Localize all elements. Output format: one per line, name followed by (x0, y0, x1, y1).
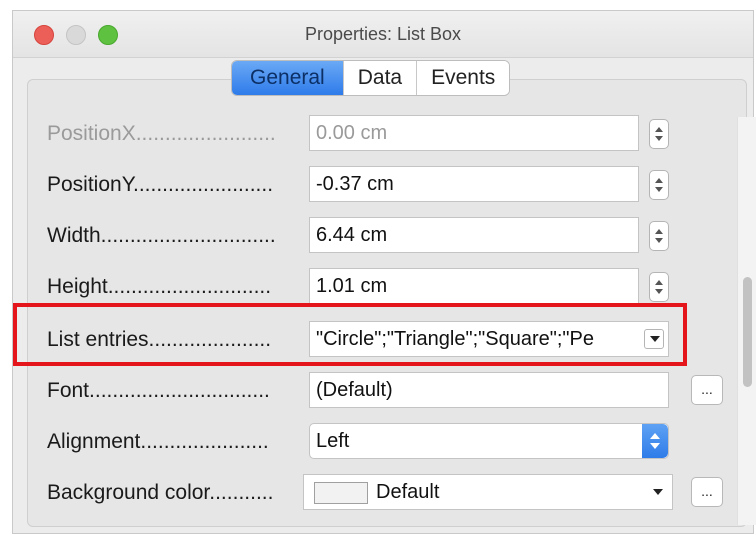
alignment-select[interactable]: Left (309, 423, 669, 459)
alignment-select-arrows-icon[interactable] (642, 424, 668, 458)
position-y-label: PositionY........................ (47, 173, 274, 196)
list-entries-label: List entries..................... (47, 328, 272, 351)
width-field[interactable]: 6.44 cm (309, 217, 639, 253)
alignment-value: Left (316, 430, 350, 452)
height-label: Height............................ (47, 275, 272, 298)
tab-events[interactable]: Events (416, 61, 510, 95)
height-stepper-icon[interactable] (649, 272, 669, 302)
background-color-row: Background color........... Default ... (47, 474, 747, 512)
background-color-value: Default (376, 481, 440, 503)
background-color-select[interactable]: Default (303, 474, 673, 510)
alignment-row: Alignment...................... Left (47, 423, 687, 461)
position-x-row: PositionX........................ 0.00 c… (47, 115, 687, 153)
position-x-stepper-icon[interactable] (649, 119, 669, 149)
background-color-label: Background color........... (47, 481, 274, 504)
position-y-row: PositionY........................ -0.37 … (47, 166, 687, 204)
font-label: Font............................... (47, 379, 270, 402)
list-entries-row: List entries..................... "Circl… (47, 321, 687, 359)
list-entries-field[interactable]: "Circle";"Triangle";"Square";"Pe (309, 321, 669, 357)
vertical-scrollbar[interactable] (737, 117, 756, 525)
background-color-dropdown-icon[interactable] (648, 483, 668, 503)
position-x-field[interactable]: 0.00 cm (309, 115, 639, 151)
properties-dialog: Properties: List Box General Data Events… (12, 10, 756, 534)
font-field[interactable]: (Default) (309, 372, 669, 408)
position-x-label: PositionX........................ (47, 122, 276, 145)
font-browse-button[interactable]: ... (691, 375, 723, 405)
position-y-stepper-icon[interactable] (649, 170, 669, 200)
width-label: Width.............................. (47, 224, 276, 247)
window-title: Properties: List Box (304, 24, 462, 44)
background-color-browse-button[interactable]: ... (691, 477, 723, 507)
alignment-label: Alignment...................... (47, 430, 269, 453)
list-entries-value: "Circle";"Triangle";"Square";"Pe (316, 328, 594, 350)
color-swatch (314, 482, 368, 504)
list-entries-dropdown-icon[interactable] (644, 329, 664, 349)
width-stepper-icon[interactable] (649, 221, 669, 251)
position-y-field[interactable]: -0.37 cm (309, 166, 639, 202)
height-field[interactable]: 1.01 cm (309, 268, 639, 304)
tab-bar: General Data Events (231, 60, 511, 96)
width-row: Width.............................. 6.44… (47, 217, 687, 255)
title-bar: Properties: List Box (13, 11, 753, 58)
scrollbar-thumb[interactable] (743, 277, 752, 387)
tab-data[interactable]: Data (342, 61, 417, 95)
height-row: Height............................ 1.01 … (47, 268, 687, 306)
font-row: Font............................... (Def… (47, 372, 747, 410)
tab-general[interactable]: General (232, 61, 343, 95)
